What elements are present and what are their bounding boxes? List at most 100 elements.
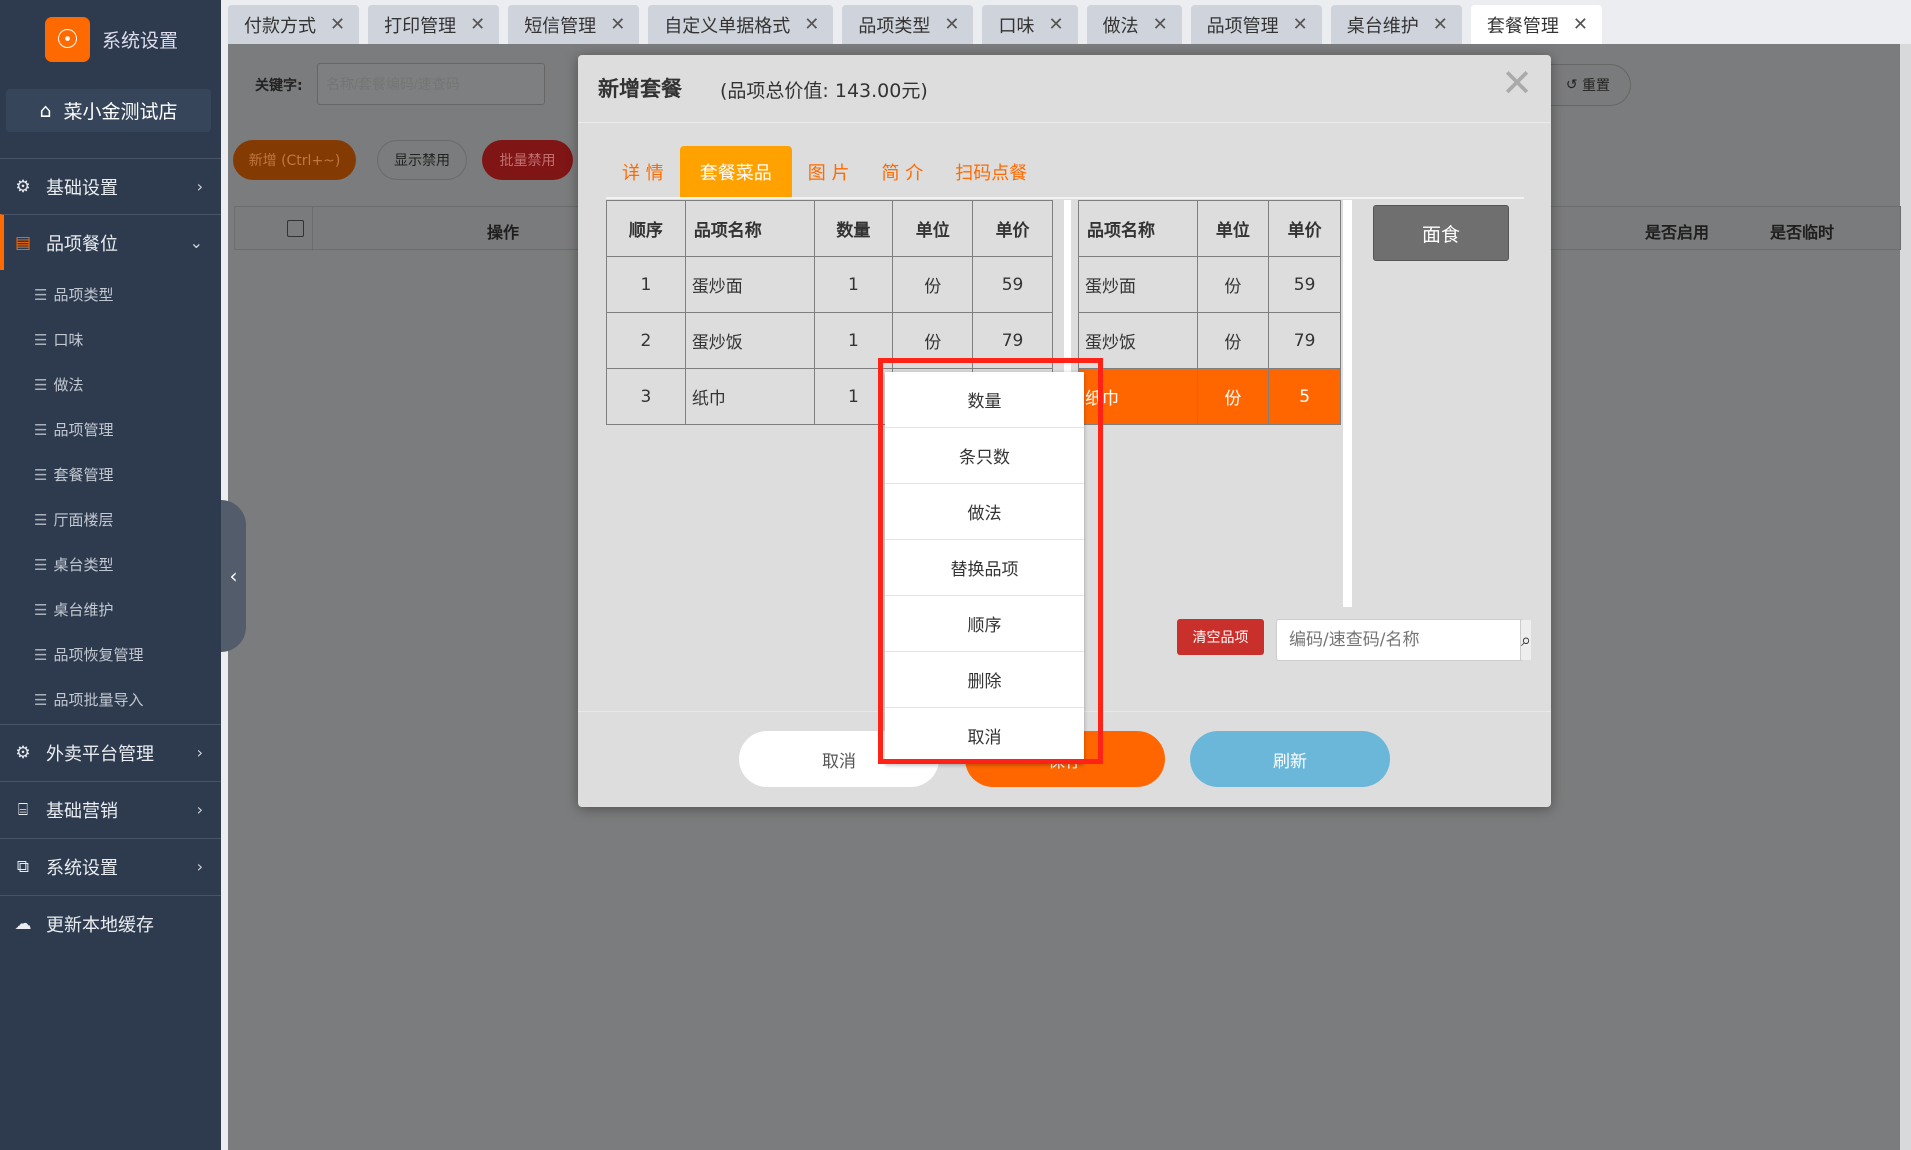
tab-label: 品项类型 (858, 15, 931, 37)
close-icon[interactable]: ✕ (330, 14, 345, 35)
tab[interactable]: 口味 ✕ (982, 5, 1078, 44)
sidebar-subitem[interactable]: ☰ 口味 (0, 317, 221, 362)
gear-icon: ⚙ (15, 742, 31, 763)
context-menu-item[interactable]: 做法 (885, 484, 1084, 540)
tab-label: 付款方式 (244, 15, 316, 37)
close-icon[interactable]: ✕ (944, 14, 959, 35)
context-menu-item[interactable]: 条只数 (885, 428, 1084, 484)
subitem-label: 品项恢复管理 (53, 646, 144, 664)
column-header: 单价 (972, 200, 1053, 257)
table-cell: 1 (813, 312, 894, 369)
table-cell: 蛋炒面 (684, 256, 815, 313)
context-menu-item[interactable]: 替换品项 (885, 540, 1084, 596)
column-header: 单价 (1268, 200, 1341, 257)
sidebar: ☉ 系统设置 ⌂ 菜小金测试店 ⚙ 基础设置 › ▤ 品项餐位 ⌄ ☰ 品项类型 ☰ 口味 ☰ 做法 ☰ 品… (0, 0, 221, 1150)
close-icon[interactable]: ✕ (1433, 14, 1448, 35)
store-icon: ⌂ (39, 99, 52, 122)
sidebar-subitem[interactable]: ☰ 桌台类型 (0, 542, 221, 587)
subitem-label: 品项管理 (53, 421, 114, 439)
tab[interactable]: 套餐管理 ✕ (1470, 5, 1602, 44)
close-icon[interactable]: ✕ (1048, 14, 1063, 35)
sidebar-item-系统设置[interactable]: ⧉ 系统设置 › (0, 838, 221, 894)
sidebar-subitem[interactable]: ☰ 套餐管理 (0, 452, 221, 497)
list-icon: ☰ (34, 690, 48, 709)
sidebar-subitem[interactable]: ☰ 桌台维护 (0, 587, 221, 632)
table-row[interactable]: 蛋炒面份 59 (1078, 256, 1341, 313)
column-header: 单位 (1196, 200, 1270, 257)
table-cell: 纸巾 (684, 368, 815, 425)
modal-tab[interactable]: 图 片 (792, 146, 866, 197)
tab[interactable]: 短信管理 ✕ (508, 5, 640, 44)
close-icon[interactable]: ✕ (1573, 14, 1588, 35)
add-button[interactable]: 新增 (Ctrl+~) (233, 140, 356, 180)
context-menu-item[interactable]: 数量 (885, 372, 1084, 428)
table-row[interactable]: 1 蛋炒面 1 份 59 (606, 256, 1053, 313)
table-row[interactable]: 纸巾份 5 (1078, 368, 1341, 425)
keyword-input[interactable] (317, 63, 545, 105)
modal-tab[interactable]: 详 情 (606, 146, 680, 197)
tab[interactable]: 付款方式 ✕ (228, 5, 360, 44)
tab[interactable]: 品项类型 ✕ (842, 5, 974, 44)
sidebar-subitem[interactable]: ☰ 品项恢复管理 (0, 632, 221, 677)
tab[interactable]: 自定义单据格式 ✕ (648, 5, 834, 44)
tab-label: 做法 (1102, 15, 1139, 37)
show-disabled-button[interactable]: 显示禁用 (377, 140, 467, 180)
search-icon[interactable]: ⌕ (1520, 620, 1532, 660)
store-selector[interactable]: ⌂ 菜小金测试店 (6, 89, 211, 132)
brand-title: 系统设置 (102, 30, 179, 52)
collapse-sidebar-button[interactable]: ‹ (221, 500, 246, 652)
table-cell: 79 (972, 312, 1053, 369)
table-row[interactable]: 2 蛋炒饭 1 份 79 (606, 312, 1053, 369)
refresh-button[interactable]: 刷新 (1190, 731, 1390, 787)
monitor-gear-icon: ⧉ (16, 856, 30, 877)
close-icon[interactable]: ✕ (470, 14, 485, 35)
table-cell: 纸巾 (1078, 368, 1198, 425)
sidebar-subitem[interactable]: ☰ 厅面楼层 (0, 497, 221, 542)
sidebar-item-基础营销[interactable]: ⌸ 基础营销 › (0, 781, 221, 837)
sidebar-subitem[interactable]: ☰ 品项类型 (0, 272, 221, 317)
total-value: (品项总价值: 143.00元) (720, 80, 928, 102)
batch-disable-button[interactable]: 批量禁用 (482, 140, 573, 180)
close-icon[interactable]: ✕ (1501, 61, 1533, 105)
modal-tab[interactable]: 简 介 (865, 146, 939, 197)
tab-label: 短信管理 (524, 15, 597, 37)
sidebar-item-基础设置[interactable]: ⚙ 基础设置 › (0, 158, 221, 214)
tab[interactable]: 打印管理 ✕ (368, 5, 500, 44)
sidebar-subitem[interactable]: ☰ 品项批量导入 (0, 677, 221, 722)
sidebar-item-更新本地缓存[interactable]: ☁ 更新本地缓存 (0, 895, 221, 951)
sidebar-subitem[interactable]: ☰ 做法 (0, 362, 221, 407)
item-search-input[interactable] (1277, 620, 1520, 660)
col-operation: 操作 (487, 223, 520, 242)
scrollbar[interactable] (1900, 44, 1911, 1150)
sidebar-item-label: 系统设置 (46, 857, 118, 879)
table-cell: 份 (892, 312, 974, 369)
modal-tab[interactable]: 扫码点餐 (939, 146, 1043, 197)
sidebar-item-品项餐位[interactable]: ▤ 品项餐位 ⌄ (0, 214, 221, 270)
table-cell: 1 (606, 256, 686, 313)
chevron-right-icon: › (196, 800, 203, 819)
context-menu-item[interactable]: 删除 (885, 652, 1084, 708)
tab[interactable]: 做法 ✕ (1086, 5, 1182, 44)
select-all-checkbox[interactable] (287, 220, 304, 237)
tab[interactable]: 品项管理 ✕ (1190, 5, 1322, 44)
context-menu-item[interactable]: 顺序 (885, 596, 1084, 652)
sidebar-subitem[interactable]: ☰ 品项管理 (0, 407, 221, 452)
close-icon[interactable]: ✕ (804, 14, 819, 35)
chevron-right-icon: › (196, 743, 203, 762)
tab-label: 套餐管理 (1486, 15, 1559, 37)
category-button[interactable]: 面食 (1373, 205, 1509, 261)
table-row[interactable]: 蛋炒饭份 79 (1078, 312, 1341, 369)
tab[interactable]: 桌台维护 ✕ (1330, 5, 1462, 44)
close-icon[interactable]: ✕ (1293, 14, 1308, 35)
close-icon[interactable]: ✕ (1153, 14, 1168, 35)
context-menu-item[interactable]: 取消 (885, 708, 1084, 764)
reset-label: 重置 (1582, 78, 1610, 94)
list-icon: ☰ (34, 330, 48, 349)
available-items-table: 品项名称 单位 单价 蛋炒面份 59 蛋炒饭份 79 纸巾份 5 (1078, 200, 1341, 425)
modal-tab[interactable]: 套餐菜品 (679, 146, 792, 197)
subitem-label: 口味 (53, 331, 84, 349)
clear-items-button[interactable]: 清空品项 (1177, 619, 1264, 655)
sidebar-item-外卖平台管理[interactable]: ⚙ 外卖平台管理 › (0, 724, 221, 780)
modal-title: 新增套餐 (598, 77, 682, 101)
close-icon[interactable]: ✕ (610, 14, 625, 35)
